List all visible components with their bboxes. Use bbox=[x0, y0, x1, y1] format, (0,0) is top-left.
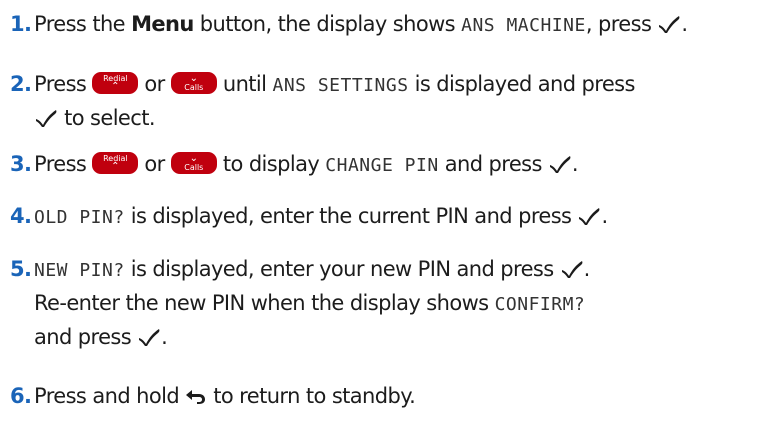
step-text: or bbox=[138, 72, 171, 96]
step-text: Press and hold bbox=[34, 384, 186, 408]
display-text: ANS SETTINGS bbox=[272, 75, 409, 96]
checkmark-icon bbox=[577, 206, 601, 226]
step-text: is displayed, enter the current PIN and … bbox=[124, 204, 578, 228]
step-text: to display bbox=[216, 152, 326, 176]
step-text: Press bbox=[34, 72, 93, 96]
display-text: CHANGE PIN bbox=[325, 155, 439, 176]
display-text: OLD PIN? bbox=[34, 207, 125, 228]
step-5: 5. NEW PIN? is displayed, enter your new… bbox=[10, 253, 590, 354]
step-text: . bbox=[601, 204, 608, 228]
checkmark-icon bbox=[34, 108, 58, 128]
step-text: and press bbox=[438, 152, 548, 176]
step-3: 3. Press Redial ⌃ or ⌄ Calls to display CH… bbox=[10, 148, 579, 182]
step-text: to return to standby. bbox=[207, 384, 416, 408]
step-text: . bbox=[571, 152, 579, 176]
checkmark-icon bbox=[560, 259, 584, 279]
step-number: 1. bbox=[10, 12, 32, 36]
step-number: 4. bbox=[10, 204, 32, 228]
step-text: . bbox=[161, 325, 168, 349]
checkmark-icon bbox=[657, 14, 681, 34]
display-text: ANS MACHINE bbox=[461, 15, 586, 36]
step-text: , press bbox=[585, 12, 658, 36]
step-text: . bbox=[583, 257, 591, 281]
step-text: or bbox=[138, 152, 171, 176]
step-2: 2. Press Redial ⌃ or ⌄ Calls until ANS SET… bbox=[10, 68, 635, 135]
step-text: Re-enter the new PIN when the display sh… bbox=[34, 291, 495, 315]
step-1: 1. Press the Menu button, the display sh… bbox=[10, 8, 688, 42]
step-number: 2. bbox=[10, 72, 32, 96]
display-text: NEW PIN? bbox=[34, 260, 125, 281]
back-arrow-icon bbox=[185, 388, 207, 404]
step-text: is displayed and press bbox=[408, 72, 636, 96]
step-text: Press bbox=[34, 152, 93, 176]
redial-up-key-icon: Redial ⌃ bbox=[92, 152, 139, 174]
calls-down-key-icon: ⌄ Calls bbox=[170, 152, 217, 174]
step-text: until bbox=[216, 72, 273, 96]
checkmark-icon bbox=[548, 154, 572, 174]
step-number: 6. bbox=[10, 384, 32, 408]
calls-down-key-icon: ⌄ Calls bbox=[170, 72, 217, 94]
display-text: CONFIRM? bbox=[494, 294, 586, 315]
step-4: 4. OLD PIN? is displayed, enter the curr… bbox=[10, 200, 608, 234]
step-text: is displayed, enter your new PIN and pre… bbox=[124, 257, 560, 281]
checkmark-icon bbox=[137, 327, 161, 347]
step-text: to select. bbox=[58, 106, 155, 130]
redial-up-key-icon: Redial ⌃ bbox=[92, 72, 139, 94]
step-text: and press bbox=[34, 325, 138, 349]
menu-button-label: Menu bbox=[131, 12, 194, 36]
step-text: Press the bbox=[34, 12, 132, 36]
step-number: 5. bbox=[10, 257, 32, 281]
step-number: 3. bbox=[10, 152, 32, 176]
step-6: 6. Press and hold to return to standby. bbox=[10, 380, 416, 413]
step-text: button, the display shows bbox=[193, 12, 462, 36]
